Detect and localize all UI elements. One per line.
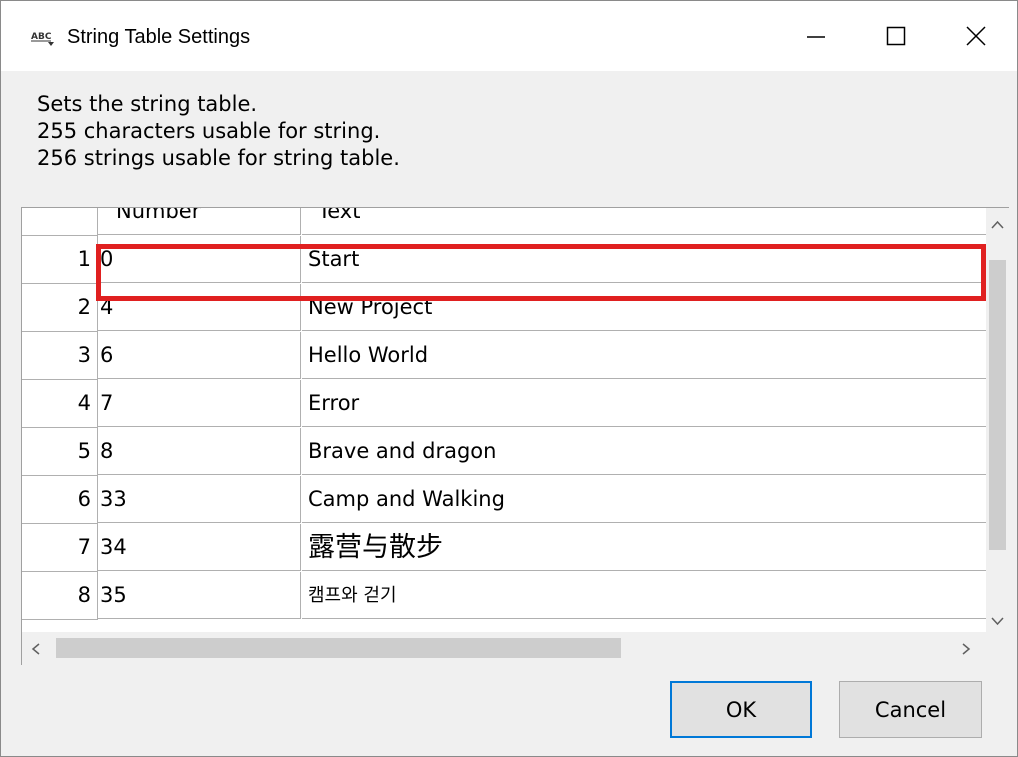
close-button[interactable] <box>936 1 1016 71</box>
text-cell[interactable]: Error <box>302 380 986 427</box>
minimize-button[interactable] <box>776 1 856 71</box>
table-row[interactable]: 3 6 Hello World <box>22 332 986 380</box>
horizontal-scrollbar[interactable] <box>22 632 986 665</box>
text-cell[interactable]: 캠프와 걷기 <box>302 572 986 619</box>
cancel-button[interactable]: Cancel <box>839 681 982 738</box>
description-line: 256 strings usable for string table. <box>37 146 400 170</box>
row-index[interactable]: 3 <box>22 332 98 380</box>
row-header-corner[interactable] <box>22 208 98 236</box>
header-row: Number Text <box>22 208 986 236</box>
ok-button[interactable]: OK <box>670 681 812 738</box>
table-row[interactable]: 4 7 Error <box>22 380 986 428</box>
description-line: 255 characters usable for string. <box>37 119 381 143</box>
string-table-settings-dialog: ABC String Table Settings Sets the strin… <box>0 0 1018 757</box>
title-bar[interactable]: ABC String Table Settings <box>1 1 1017 71</box>
minimize-icon <box>807 36 825 38</box>
maximize-icon <box>886 26 906 46</box>
column-header-number[interactable]: Number <box>98 208 301 235</box>
number-cell[interactable]: 34 <box>98 524 301 571</box>
string-table-grid: Number Text 1 0 Start 2 4 New Project 3 … <box>21 207 1009 665</box>
text-cell[interactable]: Camp and Walking <box>302 476 986 523</box>
scroll-right-arrow-icon[interactable] <box>960 641 972 661</box>
row-index[interactable]: 6 <box>22 476 98 524</box>
text-cell[interactable]: 露营与散步 <box>302 524 986 571</box>
text-cell[interactable]: Brave and dragon <box>302 428 986 475</box>
table-row[interactable]: 6 33 Camp and Walking <box>22 476 986 524</box>
row-index[interactable]: 2 <box>22 284 98 332</box>
scrollbar-corner <box>986 632 1009 665</box>
number-cell[interactable]: 4 <box>98 284 301 331</box>
row-index[interactable]: 7 <box>22 524 98 572</box>
row-index[interactable]: 8 <box>22 572 98 620</box>
vertical-scrollbar[interactable] <box>986 208 1009 632</box>
horizontal-scroll-thumb[interactable] <box>56 638 621 658</box>
number-cell[interactable]: 6 <box>98 332 301 379</box>
number-cell[interactable]: 8 <box>98 428 301 475</box>
number-cell[interactable]: 33 <box>98 476 301 523</box>
text-cell[interactable]: Hello World <box>302 332 986 379</box>
window-title: String Table Settings <box>67 26 251 48</box>
vertical-scroll-thumb[interactable] <box>989 260 1006 550</box>
table-row[interactable]: 8 35 캠프와 걷기 <box>22 572 986 620</box>
row-index[interactable]: 4 <box>22 380 98 428</box>
text-cell[interactable]: New Project <box>302 284 986 331</box>
description-line: Sets the string table. <box>37 92 258 116</box>
number-cell[interactable]: 0 <box>98 236 301 283</box>
text-cell[interactable]: Start <box>302 236 986 283</box>
number-cell[interactable]: 7 <box>98 380 301 427</box>
table-row[interactable]: 2 4 New Project <box>22 284 986 332</box>
scroll-left-arrow-icon[interactable] <box>30 641 42 661</box>
close-icon <box>966 26 986 46</box>
row-index[interactable]: 1 <box>22 236 98 284</box>
description-text: Sets the string table. 255 characters us… <box>37 91 400 172</box>
table-row[interactable]: 7 34 露营与散步 <box>22 524 986 572</box>
scroll-down-arrow-icon[interactable] <box>989 612 1006 631</box>
maximize-button[interactable] <box>856 1 936 71</box>
scroll-up-arrow-icon[interactable] <box>989 216 1006 235</box>
row-index[interactable]: 5 <box>22 428 98 476</box>
abc-icon: ABC <box>31 29 57 47</box>
column-header-text[interactable]: Text <box>302 208 986 235</box>
grid-cells-area: Number Text 1 0 Start 2 4 New Project 3 … <box>22 208 986 632</box>
table-row[interactable]: 1 0 Start <box>22 236 986 284</box>
table-row[interactable]: 5 8 Brave and dragon <box>22 428 986 476</box>
number-cell[interactable]: 35 <box>98 572 301 619</box>
